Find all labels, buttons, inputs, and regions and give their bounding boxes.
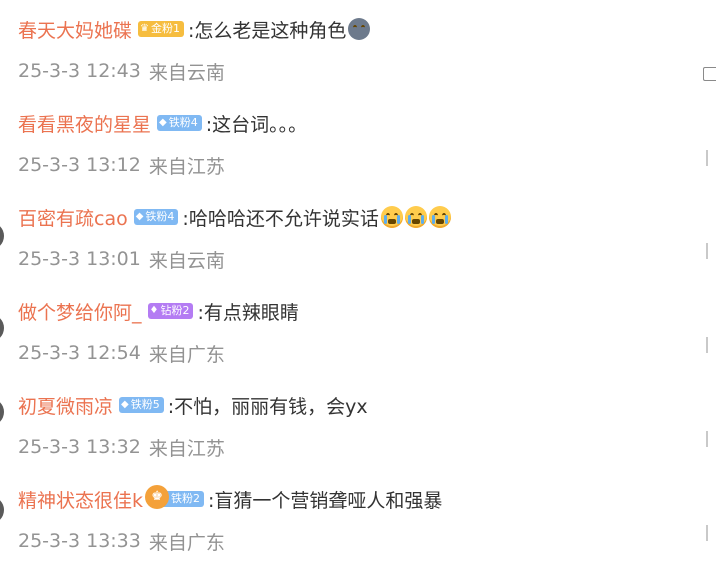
crying-emoji-icon [380,206,403,228]
comment-date: 25-3-3 13:12 [18,154,141,176]
fan-badge[interactable]: ♦ 钻粉2 [147,303,194,319]
comment-date: 25-3-3 13:01 [18,248,141,270]
badge-label: 钻粉2 [160,304,190,317]
comment-username[interactable]: 看看黑夜的星星 [18,110,151,137]
badge-label: 铁粉4 [145,210,175,223]
comment-location: 来自云南 [148,249,225,272]
badge-label: 金粉1 [150,22,180,35]
crying-emoji-icon [428,206,451,228]
comment-text: :有点辣眼睛 [197,301,299,324]
fan-badge[interactable]: ◆ 铁粉5 [119,397,164,413]
comment-username[interactable]: 做个梦给你阿_ [18,298,142,325]
comment-text: :不怕，丽丽有钱，会yx [167,395,368,418]
comment-date: 25-3-3 13:33 [18,530,141,552]
fan-badge[interactable]: ♛ 金粉1 [138,21,184,37]
comment-text: :哈哈哈还不允许说实话 [182,207,379,230]
crying-emoji-icon [404,206,427,228]
comment-text: :这台词。。。 [205,113,308,136]
badge-icon: ♛ [140,23,149,34]
badge-icon: ◆ [135,211,144,222]
like-icon[interactable] [706,337,716,353]
avatar[interactable] [0,314,4,342]
comment-date: 25-3-3 12:54 [18,342,141,364]
badge-icon: ♦ [149,305,159,316]
crown-icon: ♚ [145,485,170,509]
comment-username[interactable]: 春天大妈她碟 [18,16,132,43]
avatar[interactable] [0,496,4,524]
reply-icon[interactable] [703,67,716,81]
avatar[interactable] [0,398,4,426]
fan-badge[interactable]: ♚ 铁粉2 [145,485,205,509]
like-icon[interactable] [706,431,716,447]
comment-text: :怎么老是这种角色 [187,19,347,42]
comment-date: 25-3-3 13:32 [18,436,141,458]
comment-location: 来自广东 [148,531,225,554]
comment-item: 百密有疏cao ◆ 铁粉4 :哈哈哈还不允许说实话 25-3-3 13:01 来… [18,202,716,296]
comment-location: 来自云南 [148,61,225,84]
comment-location: 来自江苏 [148,155,225,178]
comment-date: 25-3-3 12:43 [18,60,141,82]
comment-location: 来自广东 [148,343,225,366]
comment-username[interactable]: 初夏微雨凉 [18,392,113,419]
like-icon[interactable] [706,150,716,166]
comment-item: 精神状态很佳k ♚ 铁粉2 :盲猜一个营销聋哑人和强暴 25-3-3 13:33… [18,484,716,578]
avatar[interactable] [0,222,4,250]
badge-label: 铁粉2 [171,492,201,505]
comment-location: 来自江苏 [148,437,225,460]
comment-item: 春天大妈她碟 ♛ 金粉1 :怎么老是这种角色 25-3-3 12:43 来自云南 [18,14,716,108]
comment-text: :盲猜一个营销聋哑人和强暴 [208,489,443,512]
ghost-emoji-icon [348,18,371,40]
fan-badge[interactable]: ◆ 铁粉4 [157,115,202,131]
fan-badge[interactable]: ◆ 铁粉4 [133,209,179,225]
comment-item: 做个梦给你阿_ ♦ 钻粉2 :有点辣眼睛 25-3-3 12:54 来自广东 [18,296,716,390]
like-icon[interactable] [706,243,716,259]
like-icon[interactable] [706,525,716,541]
badge-label: 铁粉4 [168,116,198,129]
comment-username[interactable]: 百密有疏cao [18,204,128,231]
badge-label: 铁粉5 [130,398,160,411]
comment-username[interactable]: 精神状态很佳k [18,486,143,513]
comment-item: 初夏微雨凉 ◆ 铁粉5 :不怕，丽丽有钱，会yx 25-3-3 13:32 来自… [18,390,716,484]
comment-item: 看看黑夜的星星 ◆ 铁粉4 :这台词。。。 25-3-3 13:12 来自江苏 [18,108,716,202]
badge-icon: ◆ [121,399,129,410]
badge-icon: ◆ [159,117,167,128]
